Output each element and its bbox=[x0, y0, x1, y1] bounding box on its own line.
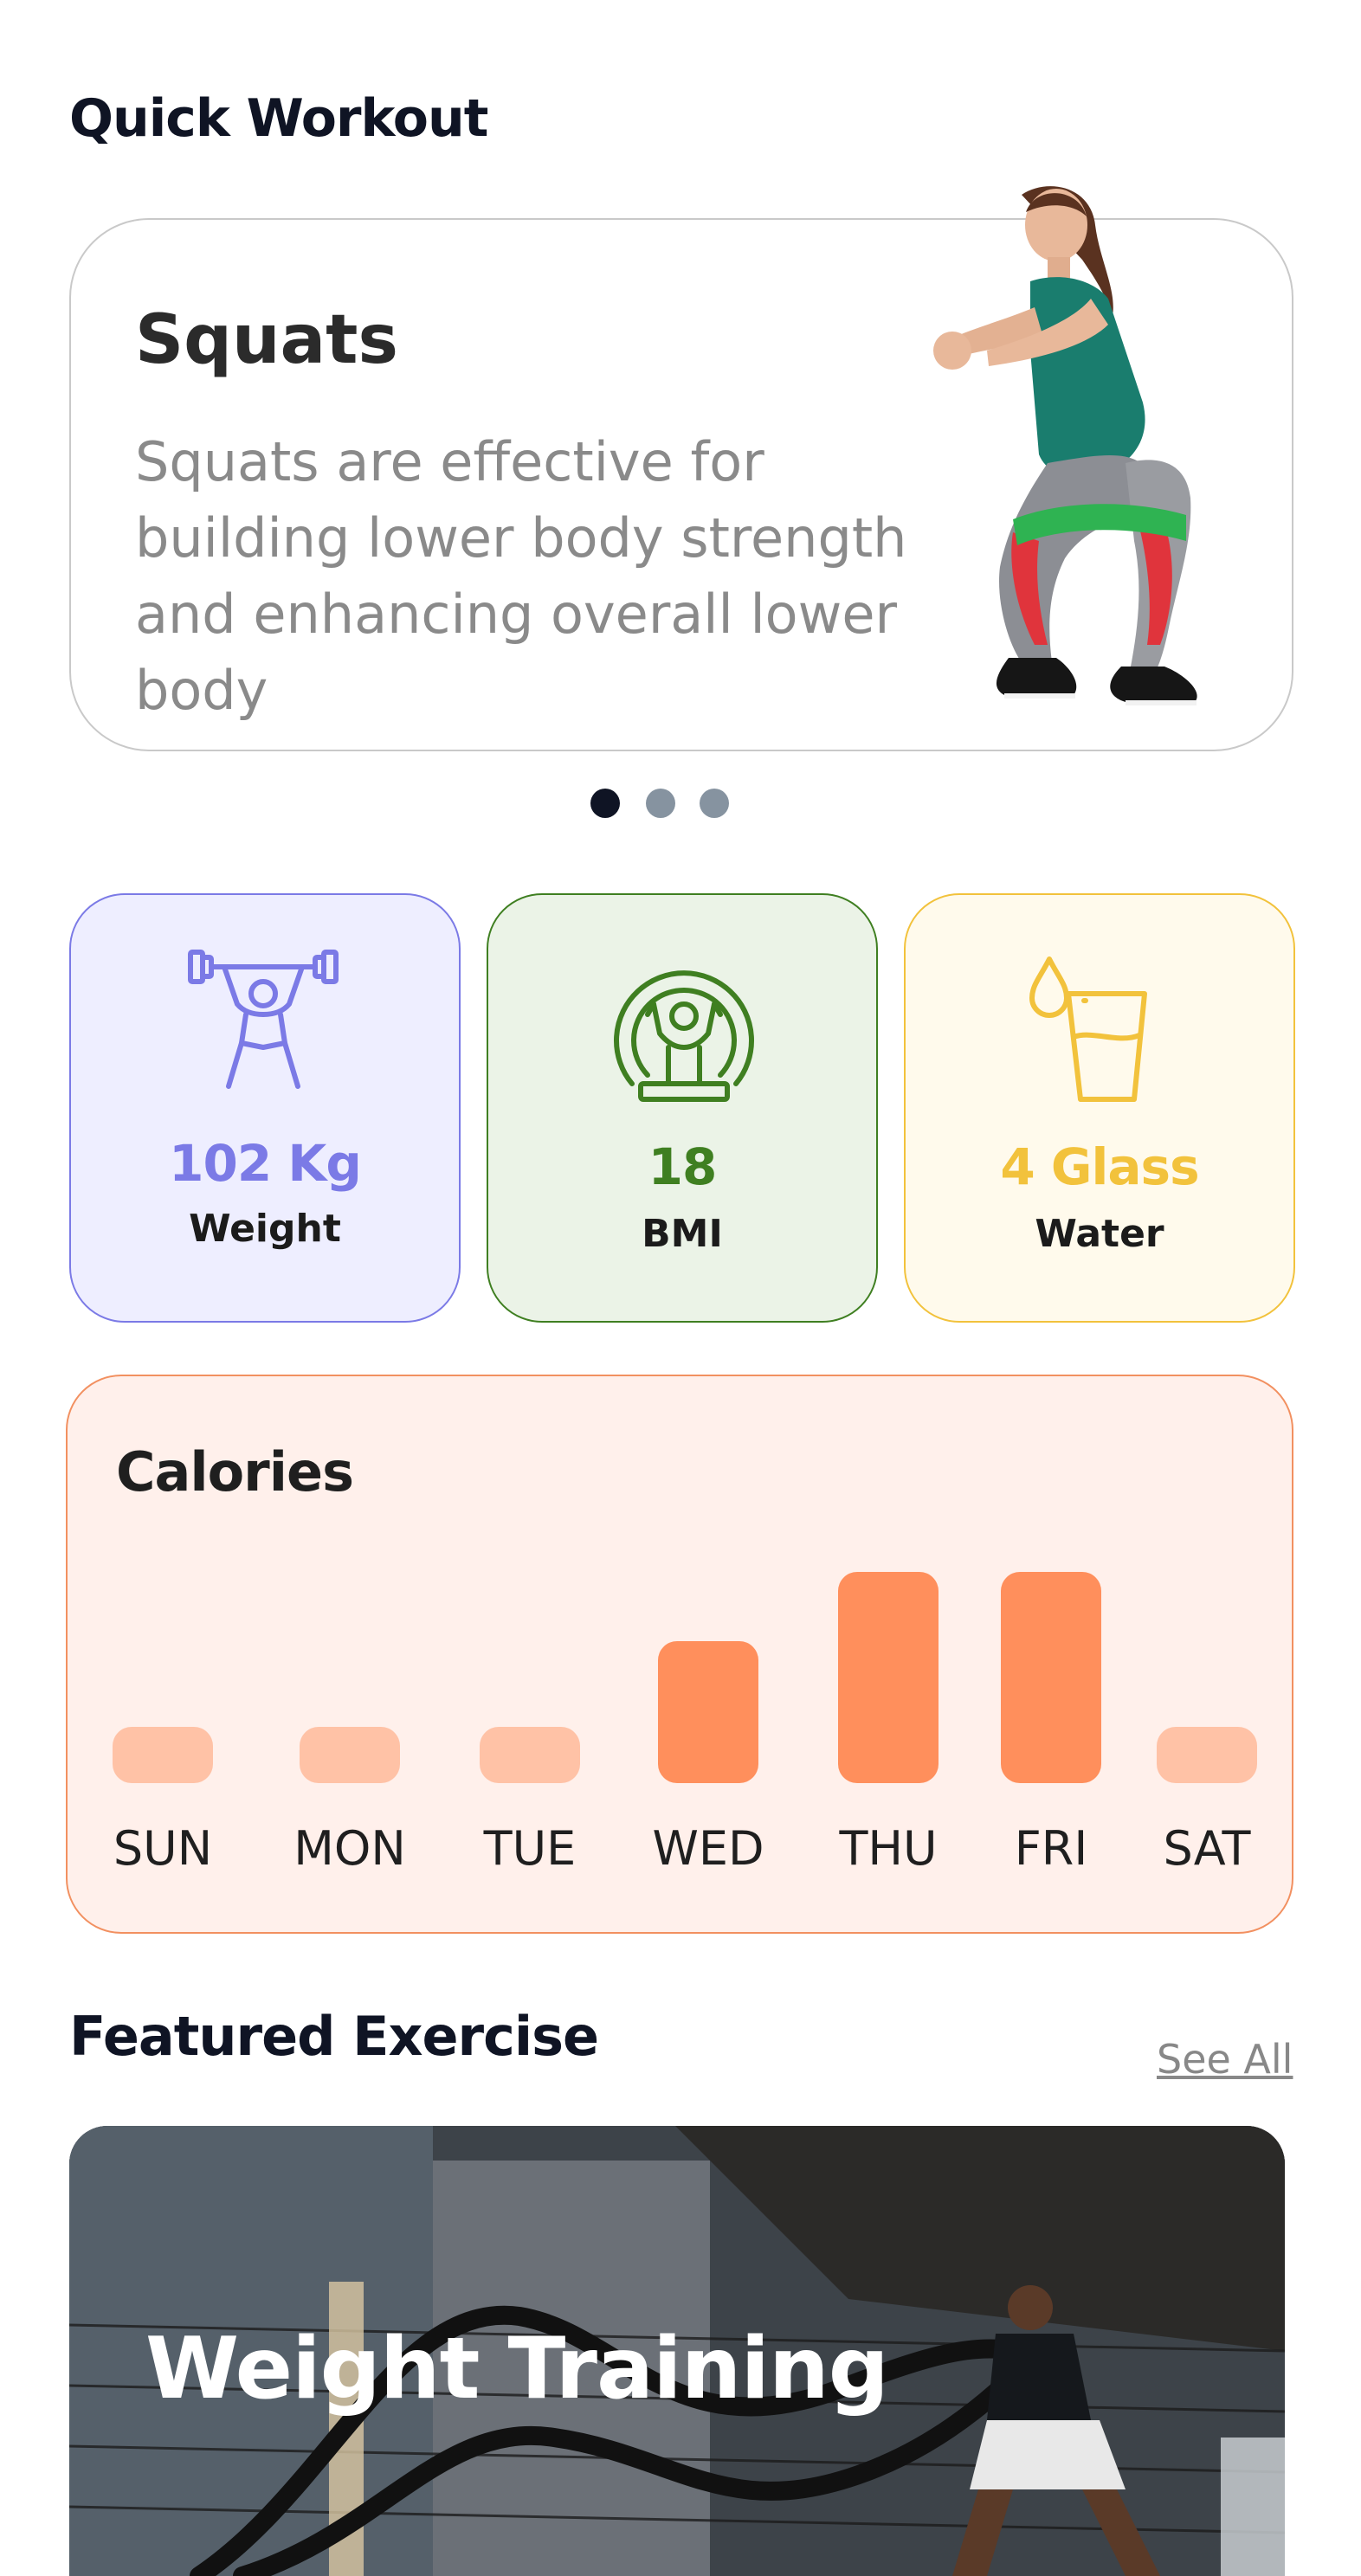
calories-bar-thu[interactable] bbox=[838, 1572, 939, 1783]
calories-title: Calories bbox=[116, 1440, 354, 1504]
stat-label-bmi: BMI bbox=[642, 1212, 723, 1256]
stat-value-bmi: 18 bbox=[648, 1137, 718, 1196]
stat-card-water[interactable]: 4 Glass Water bbox=[904, 893, 1295, 1323]
stat-label-water: Water bbox=[1035, 1212, 1164, 1256]
calories-day-label-mon: MON bbox=[293, 1821, 406, 1876]
stat-value-water: 4 Glass bbox=[1000, 1137, 1199, 1196]
calories-bar-fri[interactable] bbox=[1001, 1572, 1101, 1783]
carousel-dot-2[interactable] bbox=[646, 789, 675, 818]
featured-exercise-title: Featured Exercise bbox=[69, 2005, 599, 2068]
stat-label-weight: Weight bbox=[189, 1207, 341, 1251]
calories-bar-wed[interactable] bbox=[658, 1641, 758, 1783]
calories-day-label-tue: TUE bbox=[483, 1821, 577, 1876]
calories-bar-sun[interactable] bbox=[113, 1727, 213, 1783]
calories-bar-tue[interactable] bbox=[480, 1727, 580, 1783]
water-glass-icon bbox=[1029, 956, 1147, 1102]
workout-card-description: Squats are effective for building lower … bbox=[135, 430, 907, 722]
squat-figure-illustration bbox=[933, 186, 1197, 705]
stat-value-weight: 102 Kg bbox=[169, 1134, 362, 1193]
calories-bar-mon[interactable] bbox=[300, 1727, 400, 1783]
weightlifter-icon bbox=[188, 950, 339, 1089]
stat-card-bmi[interactable]: 18 BMI bbox=[487, 893, 878, 1323]
calories-day-label-wed: WED bbox=[652, 1821, 764, 1876]
workout-card-title: Squats bbox=[135, 301, 398, 379]
stat-card-weight[interactable]: 102 Kg Weight bbox=[69, 893, 461, 1323]
calories-day-label-sat: SAT bbox=[1163, 1821, 1251, 1876]
calories-bar-sat[interactable] bbox=[1157, 1727, 1257, 1783]
see-all-link[interactable]: See All bbox=[1157, 2036, 1293, 2083]
featured-exercise-card-title: Weight Training bbox=[145, 2320, 889, 2418]
carousel-dot-1[interactable] bbox=[590, 789, 620, 818]
quick-workout-title: Quick Workout bbox=[69, 88, 488, 149]
calories-day-label-thu: THU bbox=[839, 1821, 938, 1876]
bodybuilder-icon bbox=[614, 970, 754, 1102]
calories-day-label-fri: FRI bbox=[1014, 1821, 1088, 1876]
calories-day-label-sun: SUN bbox=[113, 1821, 213, 1876]
carousel-dot-3[interactable] bbox=[700, 789, 729, 818]
